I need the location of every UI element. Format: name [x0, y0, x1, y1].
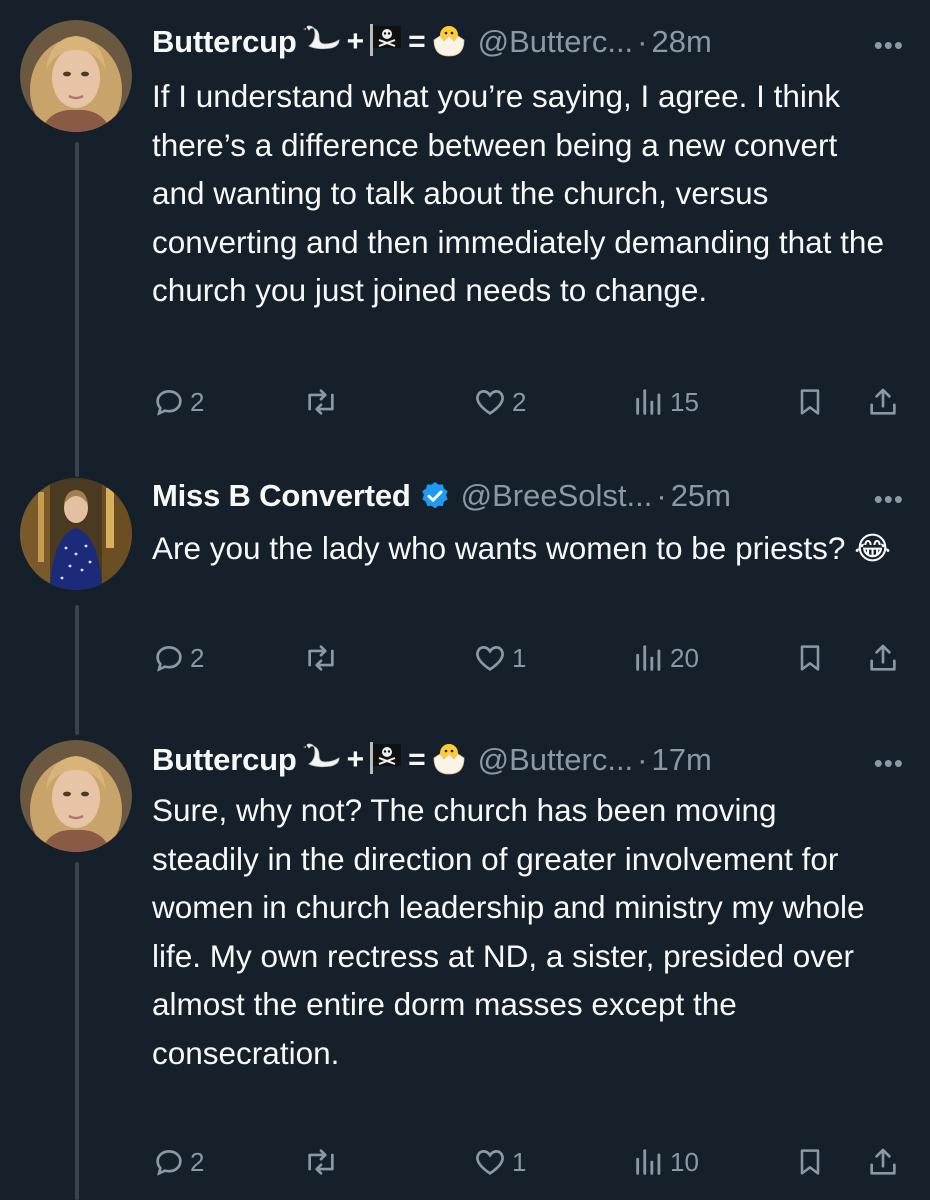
avatar[interactable] — [20, 20, 132, 132]
laughing-emoji-icon: 😂 — [854, 530, 891, 566]
like-button[interactable]: 2 — [472, 380, 526, 424]
swan-icon — [302, 24, 343, 61]
like-icon — [476, 390, 504, 415]
verified-badge-icon — [419, 480, 451, 512]
thread-line — [75, 862, 79, 1200]
reply-icon — [156, 1150, 182, 1176]
more-options-icon[interactable]: ••• — [874, 748, 904, 779]
retweet-icon — [308, 389, 334, 415]
username-handle[interactable]: @Butterc... — [478, 742, 634, 778]
retweet-button[interactable] — [302, 380, 344, 424]
timestamp[interactable]: 28m — [652, 24, 712, 60]
avatar[interactable] — [20, 740, 132, 852]
pirate-flag-icon — [368, 23, 404, 61]
retweet-button[interactable] — [302, 636, 344, 680]
retweet-icon — [308, 645, 334, 671]
equals-sign: = — [408, 743, 426, 776]
username-handle[interactable]: @BreeSolst... — [461, 478, 653, 514]
tweet-text-block: Are you the lady who wants women to be p… — [152, 524, 892, 573]
like-icon — [476, 646, 504, 671]
separator-dot: · — [637, 742, 648, 777]
name-emoji-sequence: + = — [302, 22, 468, 63]
bookmark-button[interactable] — [794, 380, 826, 424]
avatar[interactable] — [20, 478, 132, 590]
timestamp[interactable]: 17m — [652, 742, 712, 778]
thread-line — [75, 142, 79, 477]
tweet-text: Are you the lady who wants women to be p… — [152, 530, 846, 566]
views-button[interactable]: 20 — [632, 636, 699, 680]
views-button[interactable]: 15 — [632, 380, 699, 424]
tweet-actions: 2 1 10 — [152, 1140, 912, 1184]
display-name[interactable]: Miss B Converted — [152, 478, 411, 514]
separator-dot: · — [656, 478, 667, 513]
retweet-icon — [308, 1149, 334, 1175]
share-button[interactable] — [866, 636, 900, 680]
views-button[interactable]: 10 — [632, 1140, 699, 1184]
share-icon — [870, 644, 896, 671]
tweet-actions: 2 1 20 — [152, 636, 912, 680]
tweet-header: Miss B Converted @BreeSolst... · 25m — [152, 474, 912, 518]
bookmark-button[interactable] — [794, 1140, 826, 1184]
share-icon — [870, 388, 896, 415]
name-emoji-sequence: + = — [302, 740, 468, 781]
like-button[interactable]: 1 — [472, 636, 526, 680]
plus-sign: + — [346, 743, 365, 776]
display-name[interactable]: Buttercup — [152, 742, 297, 778]
retweet-button[interactable] — [302, 1140, 344, 1184]
hatching-chick-icon — [430, 740, 468, 781]
bookmark-icon — [800, 1149, 820, 1175]
timestamp[interactable]: 25m — [671, 478, 731, 514]
share-button[interactable] — [866, 1140, 900, 1184]
reply-button[interactable]: 2 — [152, 1140, 204, 1184]
swan-icon — [302, 742, 343, 779]
reply-icon — [156, 390, 182, 416]
bookmark-icon — [800, 389, 820, 415]
views-icon — [636, 645, 661, 671]
share-icon — [870, 1148, 896, 1175]
share-button[interactable] — [866, 380, 900, 424]
tweet-actions: 2 2 15 — [152, 380, 912, 424]
username-handle[interactable]: @Butterc... — [478, 24, 634, 60]
hatching-chick-icon — [430, 22, 468, 63]
tweet-text: If I understand what you’re saying, I ag… — [152, 78, 884, 308]
views-icon — [636, 389, 661, 415]
more-options-icon[interactable]: ••• — [874, 30, 904, 61]
pirate-flag-icon — [368, 741, 404, 779]
plus-sign: + — [346, 25, 365, 58]
display-name[interactable]: Buttercup — [152, 24, 297, 60]
thread-line — [75, 605, 79, 735]
tweet-text: Sure, why not? The church has been movin… — [152, 792, 865, 1071]
views-icon — [636, 1149, 661, 1175]
bookmark-icon — [800, 645, 820, 671]
separator-dot: · — [637, 24, 648, 59]
equals-sign: = — [408, 25, 426, 58]
bookmark-button[interactable] — [794, 636, 826, 680]
reply-icon — [156, 646, 182, 672]
like-button[interactable]: 1 — [472, 1140, 526, 1184]
more-options-icon[interactable]: ••• — [874, 484, 904, 515]
like-icon — [476, 1150, 504, 1175]
reply-button[interactable]: 2 — [152, 636, 204, 680]
tweet-header: Buttercup + = @Butterc... · 28m — [152, 20, 912, 64]
reply-button[interactable]: 2 — [152, 380, 204, 424]
tweet-header: Buttercup + = @Butterc... · 17m — [152, 738, 912, 782]
